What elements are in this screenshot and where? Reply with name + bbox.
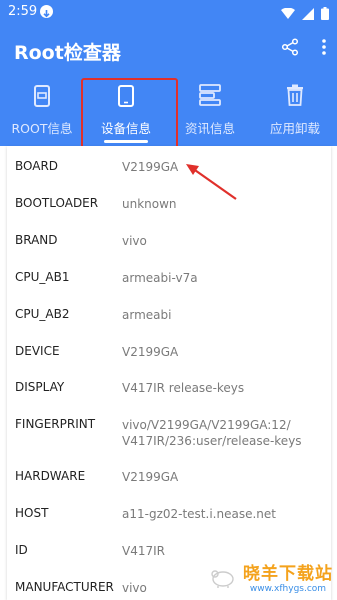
wifi-icon [281,5,295,24]
list-item: DISPLAY V417IR release-keys [7,370,331,406]
download-icon [40,5,53,18]
property-value: V2199GA [122,160,179,174]
sheep-logo-icon [209,565,239,589]
list-item: FINGERPRINT vivo/V2199GA/V2199GA:12/ V41… [7,407,331,459]
property-key: FINGERPRINT [15,417,96,431]
annotation-highlight-box [81,78,178,151]
property-value: V417IR release-keys [122,381,245,395]
more-options-icon[interactable] [321,38,327,60]
list-item: CPU_AB1 armeabi-v7a [7,260,331,296]
property-value: armeabi-v7a [122,271,198,285]
property-key: BOARD [15,159,59,173]
property-value: vivo [122,234,147,248]
property-value: armeabi [122,308,172,322]
property-value: V2199GA [122,345,179,359]
watermark: 晓羊下载站 www.xfhygs.com [209,559,333,594]
watermark-url: www.xfhygs.com [249,584,327,594]
property-key: ID [15,543,28,557]
signal-icon [302,5,314,24]
tab-label: ROOT信息 [11,121,73,136]
property-key: MANUFACTURER [15,580,114,594]
list-item: BRAND vivo [7,223,331,259]
list-item: DEVICE V2199GA [7,334,331,370]
tab-label: 应用卸载 [269,121,320,136]
list-item: BOARD V2199GA [7,149,331,185]
property-key: BOOTLOADER [15,196,99,210]
tab-news-info[interactable]: 资讯信息 [168,76,252,146]
share-icon[interactable] [281,38,299,60]
property-value: V417IR [122,544,165,558]
app-title: Root检查器 [14,42,121,64]
watermark-title: 晓羊下载站 [243,564,333,584]
tab-label: 资讯信息 [184,121,235,136]
list-item: BOOTLOADER unknown [7,186,331,222]
device-frame-icon [33,84,51,112]
list-item: HOST a11-gz02-test.i.nease.net [7,496,331,532]
property-key: DEVICE [15,344,60,358]
tab-root-info[interactable]: ROOT信息 [0,76,84,146]
status-bar: 2:59 [0,0,337,24]
app-bar: Root检查器 [0,24,337,76]
device-properties-list: BOARD V2199GA BOOTLOADER unknown BRAND v… [7,146,331,600]
list-icon [198,84,222,110]
property-key: HARDWARE [15,469,86,483]
property-value: a11-gz02-test.i.nease.net [122,507,276,521]
status-time: 2:59 [8,4,38,19]
property-key: CPU_AB2 [15,307,70,321]
property-key: DISPLAY [15,380,65,394]
list-item: CPU_AB2 armeabi [7,297,331,333]
list-item: HARDWARE V2199GA [7,459,331,495]
property-value: V2199GA [122,470,179,484]
property-value: vivo/V2199GA/V2199GA:12/ V417IR/236:user… [122,418,302,448]
trash-icon [285,84,305,110]
property-key: CPU_AB1 [15,270,70,284]
tab-app-uninstall[interactable]: 应用卸载 [253,76,337,146]
property-value: unknown [122,197,177,211]
property-key: BRAND [15,233,58,247]
battery-icon [321,5,329,24]
property-key: HOST [15,506,49,520]
